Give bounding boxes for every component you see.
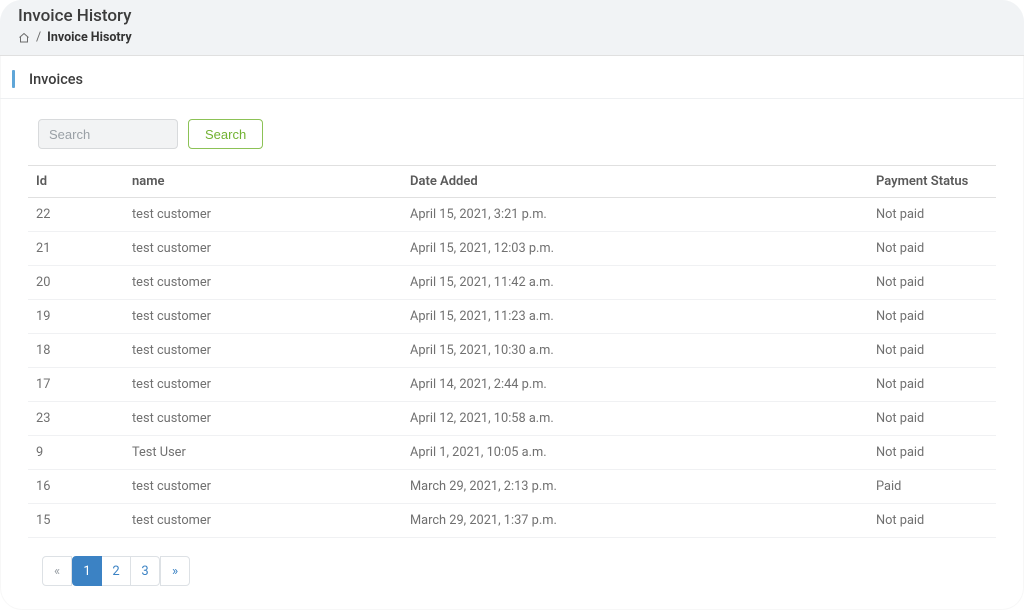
- cell-id: 15: [28, 504, 124, 538]
- cell-id: 19: [28, 300, 124, 334]
- page-3[interactable]: 3: [130, 556, 160, 586]
- cell-name: test customer: [124, 504, 402, 538]
- cell-id: 20: [28, 266, 124, 300]
- page-2[interactable]: 2: [101, 556, 131, 586]
- cell-name: test customer: [124, 198, 402, 232]
- cell-name: test customer: [124, 368, 402, 402]
- col-name: name: [124, 166, 402, 198]
- section-title: Invoices: [29, 71, 83, 88]
- cell-date: March 29, 2021, 2:13 p.m.: [402, 470, 868, 504]
- cell-status: Not paid: [868, 368, 996, 402]
- col-status: Payment Status: [868, 166, 996, 198]
- cell-name: test customer: [124, 334, 402, 368]
- table-row[interactable]: 9Test UserApril 1, 2021, 10:05 a.m.Not p…: [28, 436, 996, 470]
- cell-id: 16: [28, 470, 124, 504]
- breadcrumb-sep: /: [36, 30, 41, 45]
- cell-date: March 29, 2021, 1:37 p.m.: [402, 504, 868, 538]
- cell-status: Not paid: [868, 198, 996, 232]
- breadcrumb: / Invoice Hisotry: [18, 30, 1006, 45]
- invoices-table: Id name Date Added Payment Status 22test…: [28, 165, 996, 538]
- cell-status: Not paid: [868, 334, 996, 368]
- table-row[interactable]: 16test customerMarch 29, 2021, 2:13 p.m.…: [28, 470, 996, 504]
- cell-id: 22: [28, 198, 124, 232]
- cell-id: 21: [28, 232, 124, 266]
- cell-id: 18: [28, 334, 124, 368]
- cell-name: test customer: [124, 402, 402, 436]
- page-1[interactable]: 1: [72, 556, 102, 586]
- pagination: « 123 »: [42, 556, 996, 586]
- table-row[interactable]: 22test customerApril 15, 2021, 3:21 p.m.…: [28, 198, 996, 232]
- cell-name: Test User: [124, 436, 402, 470]
- cell-status: Paid: [868, 470, 996, 504]
- cell-date: April 15, 2021, 11:23 a.m.: [402, 300, 868, 334]
- search-input[interactable]: [38, 119, 178, 149]
- cell-status: Not paid: [868, 232, 996, 266]
- cell-status: Not paid: [868, 436, 996, 470]
- table-row[interactable]: 15test customerMarch 29, 2021, 1:37 p.m.…: [28, 504, 996, 538]
- page-header: Invoice History / Invoice Hisotry: [0, 0, 1024, 56]
- table-row[interactable]: 18test customerApril 15, 2021, 10:30 a.m…: [28, 334, 996, 368]
- cell-id: 9: [28, 436, 124, 470]
- accent-bar: [12, 70, 15, 88]
- cell-name: test customer: [124, 470, 402, 504]
- breadcrumb-current: Invoice Hisotry: [47, 30, 131, 45]
- table-row[interactable]: 21test customerApril 15, 2021, 12:03 p.m…: [28, 232, 996, 266]
- search-row: Search: [38, 119, 996, 149]
- search-button[interactable]: Search: [188, 119, 263, 149]
- table-row[interactable]: 19test customerApril 15, 2021, 11:23 a.m…: [28, 300, 996, 334]
- cell-name: test customer: [124, 300, 402, 334]
- cell-name: test customer: [124, 232, 402, 266]
- home-icon[interactable]: [18, 32, 30, 44]
- cell-status: Not paid: [868, 300, 996, 334]
- col-date: Date Added: [402, 166, 868, 198]
- section-header: Invoices: [0, 56, 1024, 99]
- cell-status: Not paid: [868, 266, 996, 300]
- cell-date: April 1, 2021, 10:05 a.m.: [402, 436, 868, 470]
- page-title: Invoice History: [18, 6, 1006, 26]
- cell-date: April 15, 2021, 10:30 a.m.: [402, 334, 868, 368]
- table-row[interactable]: 23test customerApril 12, 2021, 10:58 a.m…: [28, 402, 996, 436]
- cell-status: Not paid: [868, 504, 996, 538]
- table-row[interactable]: 17test customerApril 14, 2021, 2:44 p.m.…: [28, 368, 996, 402]
- cell-name: test customer: [124, 266, 402, 300]
- cell-id: 17: [28, 368, 124, 402]
- cell-date: April 15, 2021, 11:42 a.m.: [402, 266, 868, 300]
- cell-date: April 15, 2021, 12:03 p.m.: [402, 232, 868, 266]
- cell-date: April 15, 2021, 3:21 p.m.: [402, 198, 868, 232]
- page-prev[interactable]: «: [42, 556, 72, 586]
- cell-date: April 12, 2021, 10:58 a.m.: [402, 402, 868, 436]
- cell-id: 23: [28, 402, 124, 436]
- col-id: Id: [28, 166, 124, 198]
- cell-date: April 14, 2021, 2:44 p.m.: [402, 368, 868, 402]
- page-next[interactable]: »: [160, 556, 190, 586]
- table-row[interactable]: 20test customerApril 15, 2021, 11:42 a.m…: [28, 266, 996, 300]
- cell-status: Not paid: [868, 402, 996, 436]
